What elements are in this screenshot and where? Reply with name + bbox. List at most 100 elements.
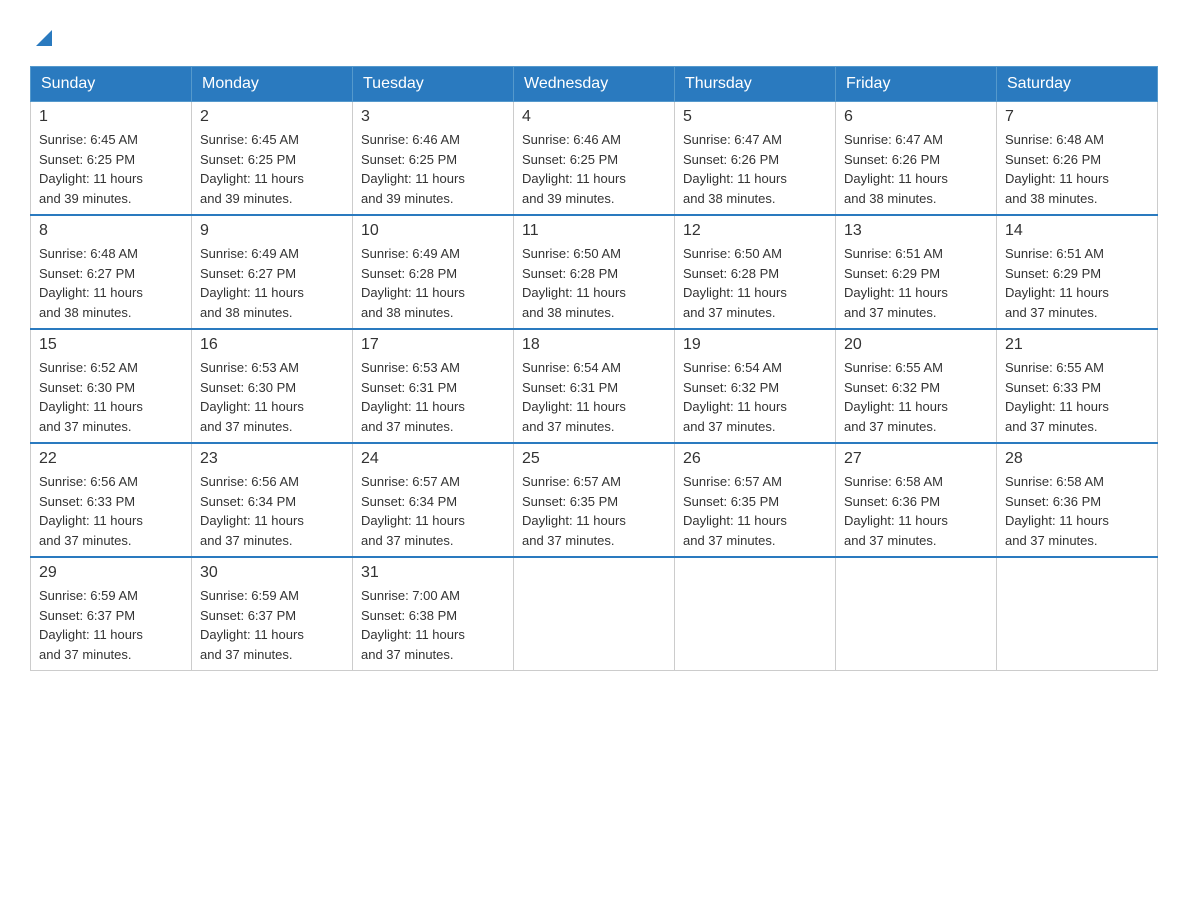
week-row-3: 15 Sunrise: 6:52 AMSunset: 6:30 PMDaylig… [31, 329, 1158, 443]
day-number: 17 [361, 336, 505, 354]
day-info: Sunrise: 6:57 AMSunset: 6:35 PMDaylight:… [683, 472, 827, 550]
day-info: Sunrise: 6:57 AMSunset: 6:34 PMDaylight:… [361, 472, 505, 550]
day-info: Sunrise: 6:48 AMSunset: 6:26 PMDaylight:… [1005, 130, 1149, 208]
day-info: Sunrise: 6:45 AMSunset: 6:25 PMDaylight:… [200, 130, 344, 208]
day-number: 22 [39, 450, 183, 468]
calendar-cell: 31 Sunrise: 7:00 AMSunset: 6:38 PMDaylig… [353, 557, 514, 671]
calendar-cell: 30 Sunrise: 6:59 AMSunset: 6:37 PMDaylig… [192, 557, 353, 671]
day-info: Sunrise: 6:51 AMSunset: 6:29 PMDaylight:… [1005, 244, 1149, 322]
day-number: 20 [844, 336, 988, 354]
page-header [30, 20, 1158, 46]
day-info: Sunrise: 6:58 AMSunset: 6:36 PMDaylight:… [1005, 472, 1149, 550]
calendar-cell: 23 Sunrise: 6:56 AMSunset: 6:34 PMDaylig… [192, 443, 353, 557]
calendar-cell: 5 Sunrise: 6:47 AMSunset: 6:26 PMDayligh… [675, 102, 836, 216]
day-info: Sunrise: 6:55 AMSunset: 6:33 PMDaylight:… [1005, 358, 1149, 436]
day-number: 31 [361, 564, 505, 582]
day-header-monday: Monday [192, 67, 353, 102]
day-info: Sunrise: 6:55 AMSunset: 6:32 PMDaylight:… [844, 358, 988, 436]
day-info: Sunrise: 6:51 AMSunset: 6:29 PMDaylight:… [844, 244, 988, 322]
day-info: Sunrise: 6:45 AMSunset: 6:25 PMDaylight:… [39, 130, 183, 208]
logo [30, 30, 52, 46]
day-number: 2 [200, 108, 344, 126]
week-row-5: 29 Sunrise: 6:59 AMSunset: 6:37 PMDaylig… [31, 557, 1158, 671]
day-number: 29 [39, 564, 183, 582]
day-number: 6 [844, 108, 988, 126]
day-number: 9 [200, 222, 344, 240]
day-number: 13 [844, 222, 988, 240]
day-number: 12 [683, 222, 827, 240]
day-info: Sunrise: 6:47 AMSunset: 6:26 PMDaylight:… [683, 130, 827, 208]
day-header-saturday: Saturday [997, 67, 1158, 102]
calendar-cell: 28 Sunrise: 6:58 AMSunset: 6:36 PMDaylig… [997, 443, 1158, 557]
calendar-cell: 2 Sunrise: 6:45 AMSunset: 6:25 PMDayligh… [192, 102, 353, 216]
day-number: 3 [361, 108, 505, 126]
day-info: Sunrise: 6:53 AMSunset: 6:31 PMDaylight:… [361, 358, 505, 436]
day-number: 26 [683, 450, 827, 468]
week-row-1: 1 Sunrise: 6:45 AMSunset: 6:25 PMDayligh… [31, 102, 1158, 216]
day-header-tuesday: Tuesday [353, 67, 514, 102]
day-info: Sunrise: 6:54 AMSunset: 6:31 PMDaylight:… [522, 358, 666, 436]
day-info: Sunrise: 6:56 AMSunset: 6:34 PMDaylight:… [200, 472, 344, 550]
day-number: 11 [522, 222, 666, 240]
week-row-4: 22 Sunrise: 6:56 AMSunset: 6:33 PMDaylig… [31, 443, 1158, 557]
calendar-cell: 11 Sunrise: 6:50 AMSunset: 6:28 PMDaylig… [514, 215, 675, 329]
day-number: 1 [39, 108, 183, 126]
day-number: 15 [39, 336, 183, 354]
calendar-cell: 7 Sunrise: 6:48 AMSunset: 6:26 PMDayligh… [997, 102, 1158, 216]
calendar-table: SundayMondayTuesdayWednesdayThursdayFrid… [30, 66, 1158, 671]
calendar-cell: 6 Sunrise: 6:47 AMSunset: 6:26 PMDayligh… [836, 102, 997, 216]
day-info: Sunrise: 6:49 AMSunset: 6:27 PMDaylight:… [200, 244, 344, 322]
day-info: Sunrise: 6:54 AMSunset: 6:32 PMDaylight:… [683, 358, 827, 436]
day-info: Sunrise: 6:58 AMSunset: 6:36 PMDaylight:… [844, 472, 988, 550]
day-number: 30 [200, 564, 344, 582]
calendar-cell: 4 Sunrise: 6:46 AMSunset: 6:25 PMDayligh… [514, 102, 675, 216]
day-info: Sunrise: 6:50 AMSunset: 6:28 PMDaylight:… [683, 244, 827, 322]
calendar-cell: 1 Sunrise: 6:45 AMSunset: 6:25 PMDayligh… [31, 102, 192, 216]
day-number: 28 [1005, 450, 1149, 468]
days-header-row: SundayMondayTuesdayWednesdayThursdayFrid… [31, 67, 1158, 102]
calendar-cell: 26 Sunrise: 6:57 AMSunset: 6:35 PMDaylig… [675, 443, 836, 557]
day-number: 25 [522, 450, 666, 468]
day-number: 18 [522, 336, 666, 354]
day-info: Sunrise: 6:50 AMSunset: 6:28 PMDaylight:… [522, 244, 666, 322]
day-info: Sunrise: 6:53 AMSunset: 6:30 PMDaylight:… [200, 358, 344, 436]
day-info: Sunrise: 6:59 AMSunset: 6:37 PMDaylight:… [39, 586, 183, 664]
calendar-cell: 13 Sunrise: 6:51 AMSunset: 6:29 PMDaylig… [836, 215, 997, 329]
day-number: 4 [522, 108, 666, 126]
week-row-2: 8 Sunrise: 6:48 AMSunset: 6:27 PMDayligh… [31, 215, 1158, 329]
day-header-thursday: Thursday [675, 67, 836, 102]
calendar-cell [514, 557, 675, 671]
day-number: 19 [683, 336, 827, 354]
calendar-cell: 15 Sunrise: 6:52 AMSunset: 6:30 PMDaylig… [31, 329, 192, 443]
day-number: 16 [200, 336, 344, 354]
day-header-wednesday: Wednesday [514, 67, 675, 102]
day-info: Sunrise: 7:00 AMSunset: 6:38 PMDaylight:… [361, 586, 505, 664]
day-header-sunday: Sunday [31, 67, 192, 102]
day-info: Sunrise: 6:46 AMSunset: 6:25 PMDaylight:… [361, 130, 505, 208]
day-info: Sunrise: 6:48 AMSunset: 6:27 PMDaylight:… [39, 244, 183, 322]
day-number: 7 [1005, 108, 1149, 126]
calendar-cell: 18 Sunrise: 6:54 AMSunset: 6:31 PMDaylig… [514, 329, 675, 443]
day-info: Sunrise: 6:46 AMSunset: 6:25 PMDaylight:… [522, 130, 666, 208]
day-info: Sunrise: 6:57 AMSunset: 6:35 PMDaylight:… [522, 472, 666, 550]
calendar-cell [675, 557, 836, 671]
day-number: 5 [683, 108, 827, 126]
day-number: 27 [844, 450, 988, 468]
day-number: 24 [361, 450, 505, 468]
day-number: 21 [1005, 336, 1149, 354]
calendar-cell: 22 Sunrise: 6:56 AMSunset: 6:33 PMDaylig… [31, 443, 192, 557]
day-header-friday: Friday [836, 67, 997, 102]
calendar-cell: 10 Sunrise: 6:49 AMSunset: 6:28 PMDaylig… [353, 215, 514, 329]
calendar-cell: 17 Sunrise: 6:53 AMSunset: 6:31 PMDaylig… [353, 329, 514, 443]
calendar-cell: 20 Sunrise: 6:55 AMSunset: 6:32 PMDaylig… [836, 329, 997, 443]
day-info: Sunrise: 6:49 AMSunset: 6:28 PMDaylight:… [361, 244, 505, 322]
calendar-cell [997, 557, 1158, 671]
calendar-cell: 9 Sunrise: 6:49 AMSunset: 6:27 PMDayligh… [192, 215, 353, 329]
day-info: Sunrise: 6:47 AMSunset: 6:26 PMDaylight:… [844, 130, 988, 208]
day-info: Sunrise: 6:56 AMSunset: 6:33 PMDaylight:… [39, 472, 183, 550]
day-number: 10 [361, 222, 505, 240]
day-number: 8 [39, 222, 183, 240]
day-info: Sunrise: 6:59 AMSunset: 6:37 PMDaylight:… [200, 586, 344, 664]
calendar-cell: 25 Sunrise: 6:57 AMSunset: 6:35 PMDaylig… [514, 443, 675, 557]
calendar-cell: 3 Sunrise: 6:46 AMSunset: 6:25 PMDayligh… [353, 102, 514, 216]
